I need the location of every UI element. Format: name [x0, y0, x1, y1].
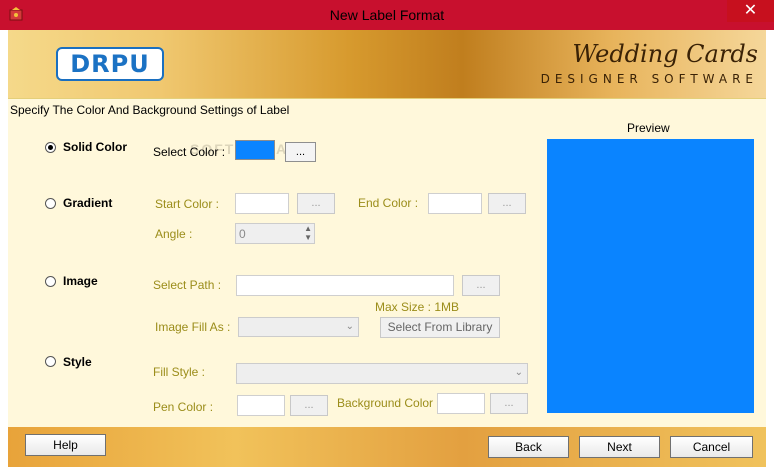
gradient-label: Gradient — [63, 196, 113, 210]
preview-area — [547, 139, 754, 413]
chevron-down-icon: ⌄ — [514, 367, 523, 378]
select-color-browse-button[interactable]: ... — [285, 142, 316, 162]
background-color-browse-button[interactable]: ... — [490, 393, 528, 414]
select-path-field[interactable] — [236, 275, 454, 296]
style-label: Style — [63, 355, 92, 369]
brand-title: Wedding Cards — [572, 40, 758, 68]
select-from-library-button[interactable]: Select From Library — [380, 317, 500, 338]
angle-spinner[interactable]: 0 ▲ ▼ — [235, 223, 315, 244]
image-label: Image — [63, 274, 98, 288]
drpu-logo: DRPU — [56, 47, 164, 81]
pen-color-browse-button[interactable]: ... — [290, 395, 328, 416]
cancel-button[interactable]: Cancel — [670, 436, 753, 458]
start-color-browse-button[interactable]: ... — [297, 193, 335, 214]
select-color-label: Select Color : — [153, 145, 226, 159]
start-color-label: Start Color : — [155, 197, 220, 211]
close-button[interactable]: ✕ — [727, 0, 774, 22]
background-color-label: Background Color : — [337, 396, 440, 410]
end-color-field[interactable] — [428, 193, 482, 214]
end-color-browse-button[interactable]: ... — [488, 193, 526, 214]
image-radio[interactable] — [45, 276, 56, 287]
header-banner: DRPU Wedding Cards DESIGNER SOFTWARE — [8, 30, 766, 98]
fill-style-dropdown[interactable]: ⌄ — [236, 363, 528, 384]
gradient-radio[interactable] — [45, 198, 56, 209]
pen-color-field[interactable] — [237, 395, 285, 416]
brand-subtitle: DESIGNER SOFTWARE — [540, 72, 758, 86]
fill-style-label: Fill Style : — [153, 365, 206, 379]
back-button[interactable]: Back — [488, 436, 569, 458]
end-color-label: End Color : — [358, 196, 419, 210]
start-color-field[interactable] — [235, 193, 289, 214]
angle-label: Angle : — [155, 227, 193, 241]
angle-value: 0 — [239, 227, 246, 241]
image-fill-label: Image Fill As : — [155, 320, 231, 334]
background-color-field[interactable] — [437, 393, 485, 414]
window-title: New Label Format — [329, 7, 445, 23]
spinner-arrows-icon[interactable]: ▲ ▼ — [304, 224, 312, 242]
max-size-note: Max Size : 1MB — [375, 300, 460, 314]
page-heading: Specify The Color And Background Setting… — [10, 103, 290, 117]
solid-color-swatch[interactable] — [235, 140, 275, 160]
image-fill-dropdown[interactable]: ⌄ — [238, 317, 359, 337]
logo-text: DRPU — [70, 50, 150, 78]
chevron-down-icon: ⌄ — [345, 321, 354, 332]
title-bar: New Label Format ✕ — [0, 0, 774, 30]
next-button[interactable]: Next — [579, 436, 660, 458]
preview-label: Preview — [627, 121, 670, 135]
help-button[interactable]: Help — [25, 434, 106, 456]
pen-color-label: Pen Color : — [153, 400, 214, 414]
select-path-label: Select Path : — [153, 278, 222, 292]
style-radio[interactable] — [45, 356, 56, 367]
solid-color-radio[interactable] — [45, 142, 56, 153]
solid-color-label: Solid Color — [63, 140, 127, 154]
select-path-browse-button[interactable]: ... — [462, 275, 500, 296]
